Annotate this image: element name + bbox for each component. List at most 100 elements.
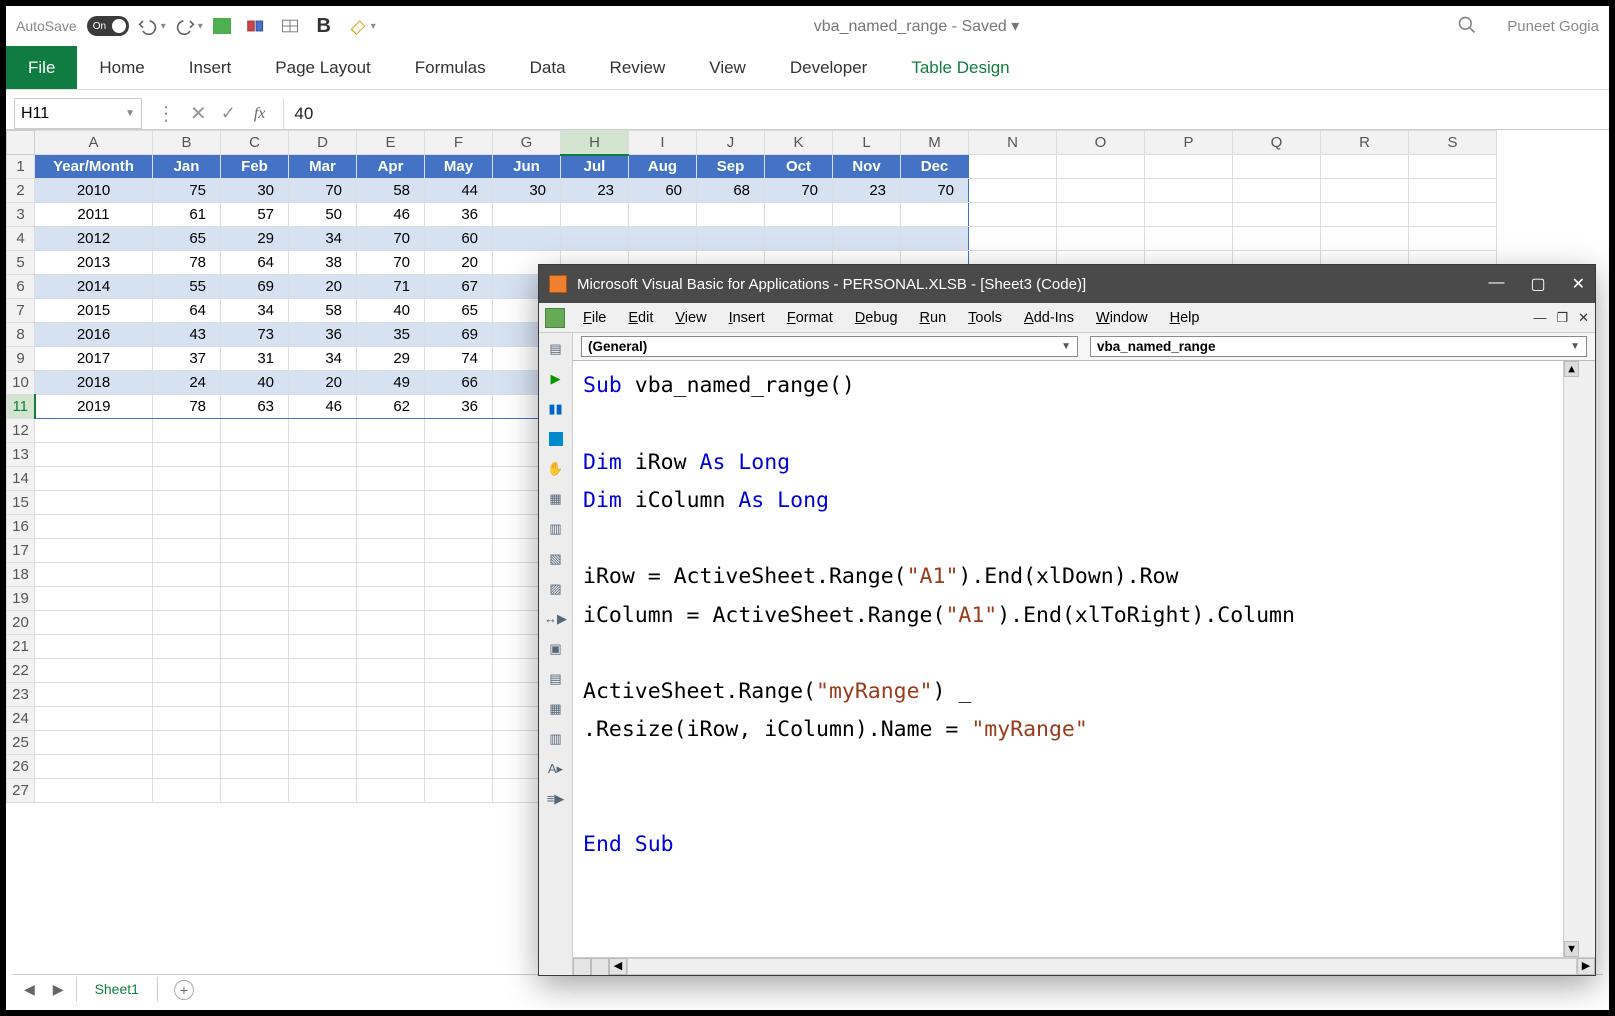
ribbon-tab-formulas[interactable]: Formulas [393,46,508,89]
cell-A15[interactable] [35,491,153,515]
vba-menu-format[interactable]: Format [777,308,843,328]
cell-F27[interactable] [425,779,493,803]
ribbon-tab-data[interactable]: Data [508,46,588,89]
cell-D14[interactable] [289,467,357,491]
cell-Q2[interactable] [1233,179,1321,203]
cell-I4[interactable] [629,227,697,251]
row-header-19[interactable]: 19 [7,587,35,611]
design-mode-icon[interactable]: ✋ [545,459,567,479]
row-header-4[interactable]: 4 [7,227,35,251]
col-header-F[interactable]: F [425,131,493,155]
cell-R3[interactable] [1321,203,1409,227]
cell-I2[interactable]: 60 [629,179,697,203]
col-header-P[interactable]: P [1145,131,1233,155]
cell-E8[interactable]: 35 [357,323,425,347]
cell-A7[interactable]: 2015 [35,299,153,323]
row-header-8[interactable]: 8 [7,323,35,347]
cell-B19[interactable] [153,587,221,611]
scroll-down-icon[interactable]: ▼ [1564,941,1579,957]
row-header-5[interactable]: 5 [7,251,35,275]
row-header-21[interactable]: 21 [7,635,35,659]
col-header-R[interactable]: R [1321,131,1409,155]
procedure-view-button[interactable] [573,958,591,975]
cell-B13[interactable] [153,443,221,467]
cancel-entry-button[interactable]: ✕ [190,101,207,126]
cell-D21[interactable] [289,635,357,659]
cell-B17[interactable] [153,539,221,563]
confirm-entry-button[interactable]: ✓ [221,103,236,124]
cell-B14[interactable] [153,467,221,491]
cell-D17[interactable] [289,539,357,563]
cell-F1[interactable]: May [425,155,493,179]
col-header-N[interactable]: N [969,131,1057,155]
cell-G1[interactable]: Jun [493,155,561,179]
row-header-17[interactable]: 17 [7,539,35,563]
ribbon-tab-home[interactable]: Home [77,46,166,89]
cell-D5[interactable]: 38 [289,251,357,275]
vba-menu-insert[interactable]: Insert [719,308,775,328]
chevron-down-icon[interactable]: ▼ [1570,341,1580,352]
cell-A9[interactable]: 2017 [35,347,153,371]
cell-D19[interactable] [289,587,357,611]
cell-C15[interactable] [221,491,289,515]
cell-E23[interactable] [357,683,425,707]
cell-B18[interactable] [153,563,221,587]
col-header-D[interactable]: D [289,131,357,155]
vba-menu-help[interactable]: Help [1160,308,1210,328]
cell-C14[interactable] [221,467,289,491]
cell-F3[interactable]: 36 [425,203,493,227]
vba-menu-run[interactable]: Run [910,308,957,328]
cell-D3[interactable]: 50 [289,203,357,227]
cell-B12[interactable] [153,419,221,443]
cell-F19[interactable] [425,587,493,611]
cell-Q3[interactable] [1233,203,1321,227]
cell-A2[interactable]: 2010 [35,179,153,203]
cell-D9[interactable]: 34 [289,347,357,371]
cell-C9[interactable]: 31 [221,347,289,371]
procedure-combo[interactable]: vba_named_range ▼ [1090,336,1587,357]
col-header-H[interactable]: H [561,131,629,155]
toolbox-icon[interactable]: ▨ [545,579,567,599]
row-header-14[interactable]: 14 [7,467,35,491]
cell-E24[interactable] [357,707,425,731]
cell-E26[interactable] [357,755,425,779]
row-header-3[interactable]: 3 [7,203,35,227]
cell-J1[interactable]: Sep [697,155,765,179]
cell-A10[interactable]: 2018 [35,371,153,395]
cell-N4[interactable] [969,227,1057,251]
cell-O4[interactable] [1057,227,1145,251]
row-header-20[interactable]: 20 [7,611,35,635]
cell-P4[interactable] [1145,227,1233,251]
col-header-Q[interactable]: Q [1233,131,1321,155]
cell-C3[interactable]: 57 [221,203,289,227]
cell-A11[interactable]: 2019 [35,395,153,419]
cell-C1[interactable]: Feb [221,155,289,179]
cell-C6[interactable]: 69 [221,275,289,299]
cell-B15[interactable] [153,491,221,515]
col-header-E[interactable]: E [357,131,425,155]
row-header-25[interactable]: 25 [7,731,35,755]
cell-F10[interactable]: 66 [425,371,493,395]
vba-menu-add-ins[interactable]: Add-Ins [1014,308,1084,328]
cell-B25[interactable] [153,731,221,755]
cell-P2[interactable] [1145,179,1233,203]
vba-menu-view[interactable]: View [665,308,716,328]
cell-R4[interactable] [1321,227,1409,251]
object-combo[interactable]: (General) ▼ [581,336,1078,357]
cell-O2[interactable] [1057,179,1145,203]
cell-F7[interactable]: 65 [425,299,493,323]
cell-B8[interactable]: 43 [153,323,221,347]
cell-B11[interactable]: 78 [153,395,221,419]
cell-E3[interactable]: 46 [357,203,425,227]
cell-N1[interactable] [969,155,1057,179]
cell-D7[interactable]: 58 [289,299,357,323]
cell-A8[interactable]: 2016 [35,323,153,347]
cell-F15[interactable] [425,491,493,515]
cell-E18[interactable] [357,563,425,587]
tab-order-icon[interactable]: ↔▶ [545,609,567,629]
cell-J4[interactable] [697,227,765,251]
ribbon-tab-view[interactable]: View [687,46,768,89]
scroll-up-icon[interactable]: ▲ [1564,361,1579,377]
cell-E4[interactable]: 70 [357,227,425,251]
cell-F9[interactable]: 74 [425,347,493,371]
